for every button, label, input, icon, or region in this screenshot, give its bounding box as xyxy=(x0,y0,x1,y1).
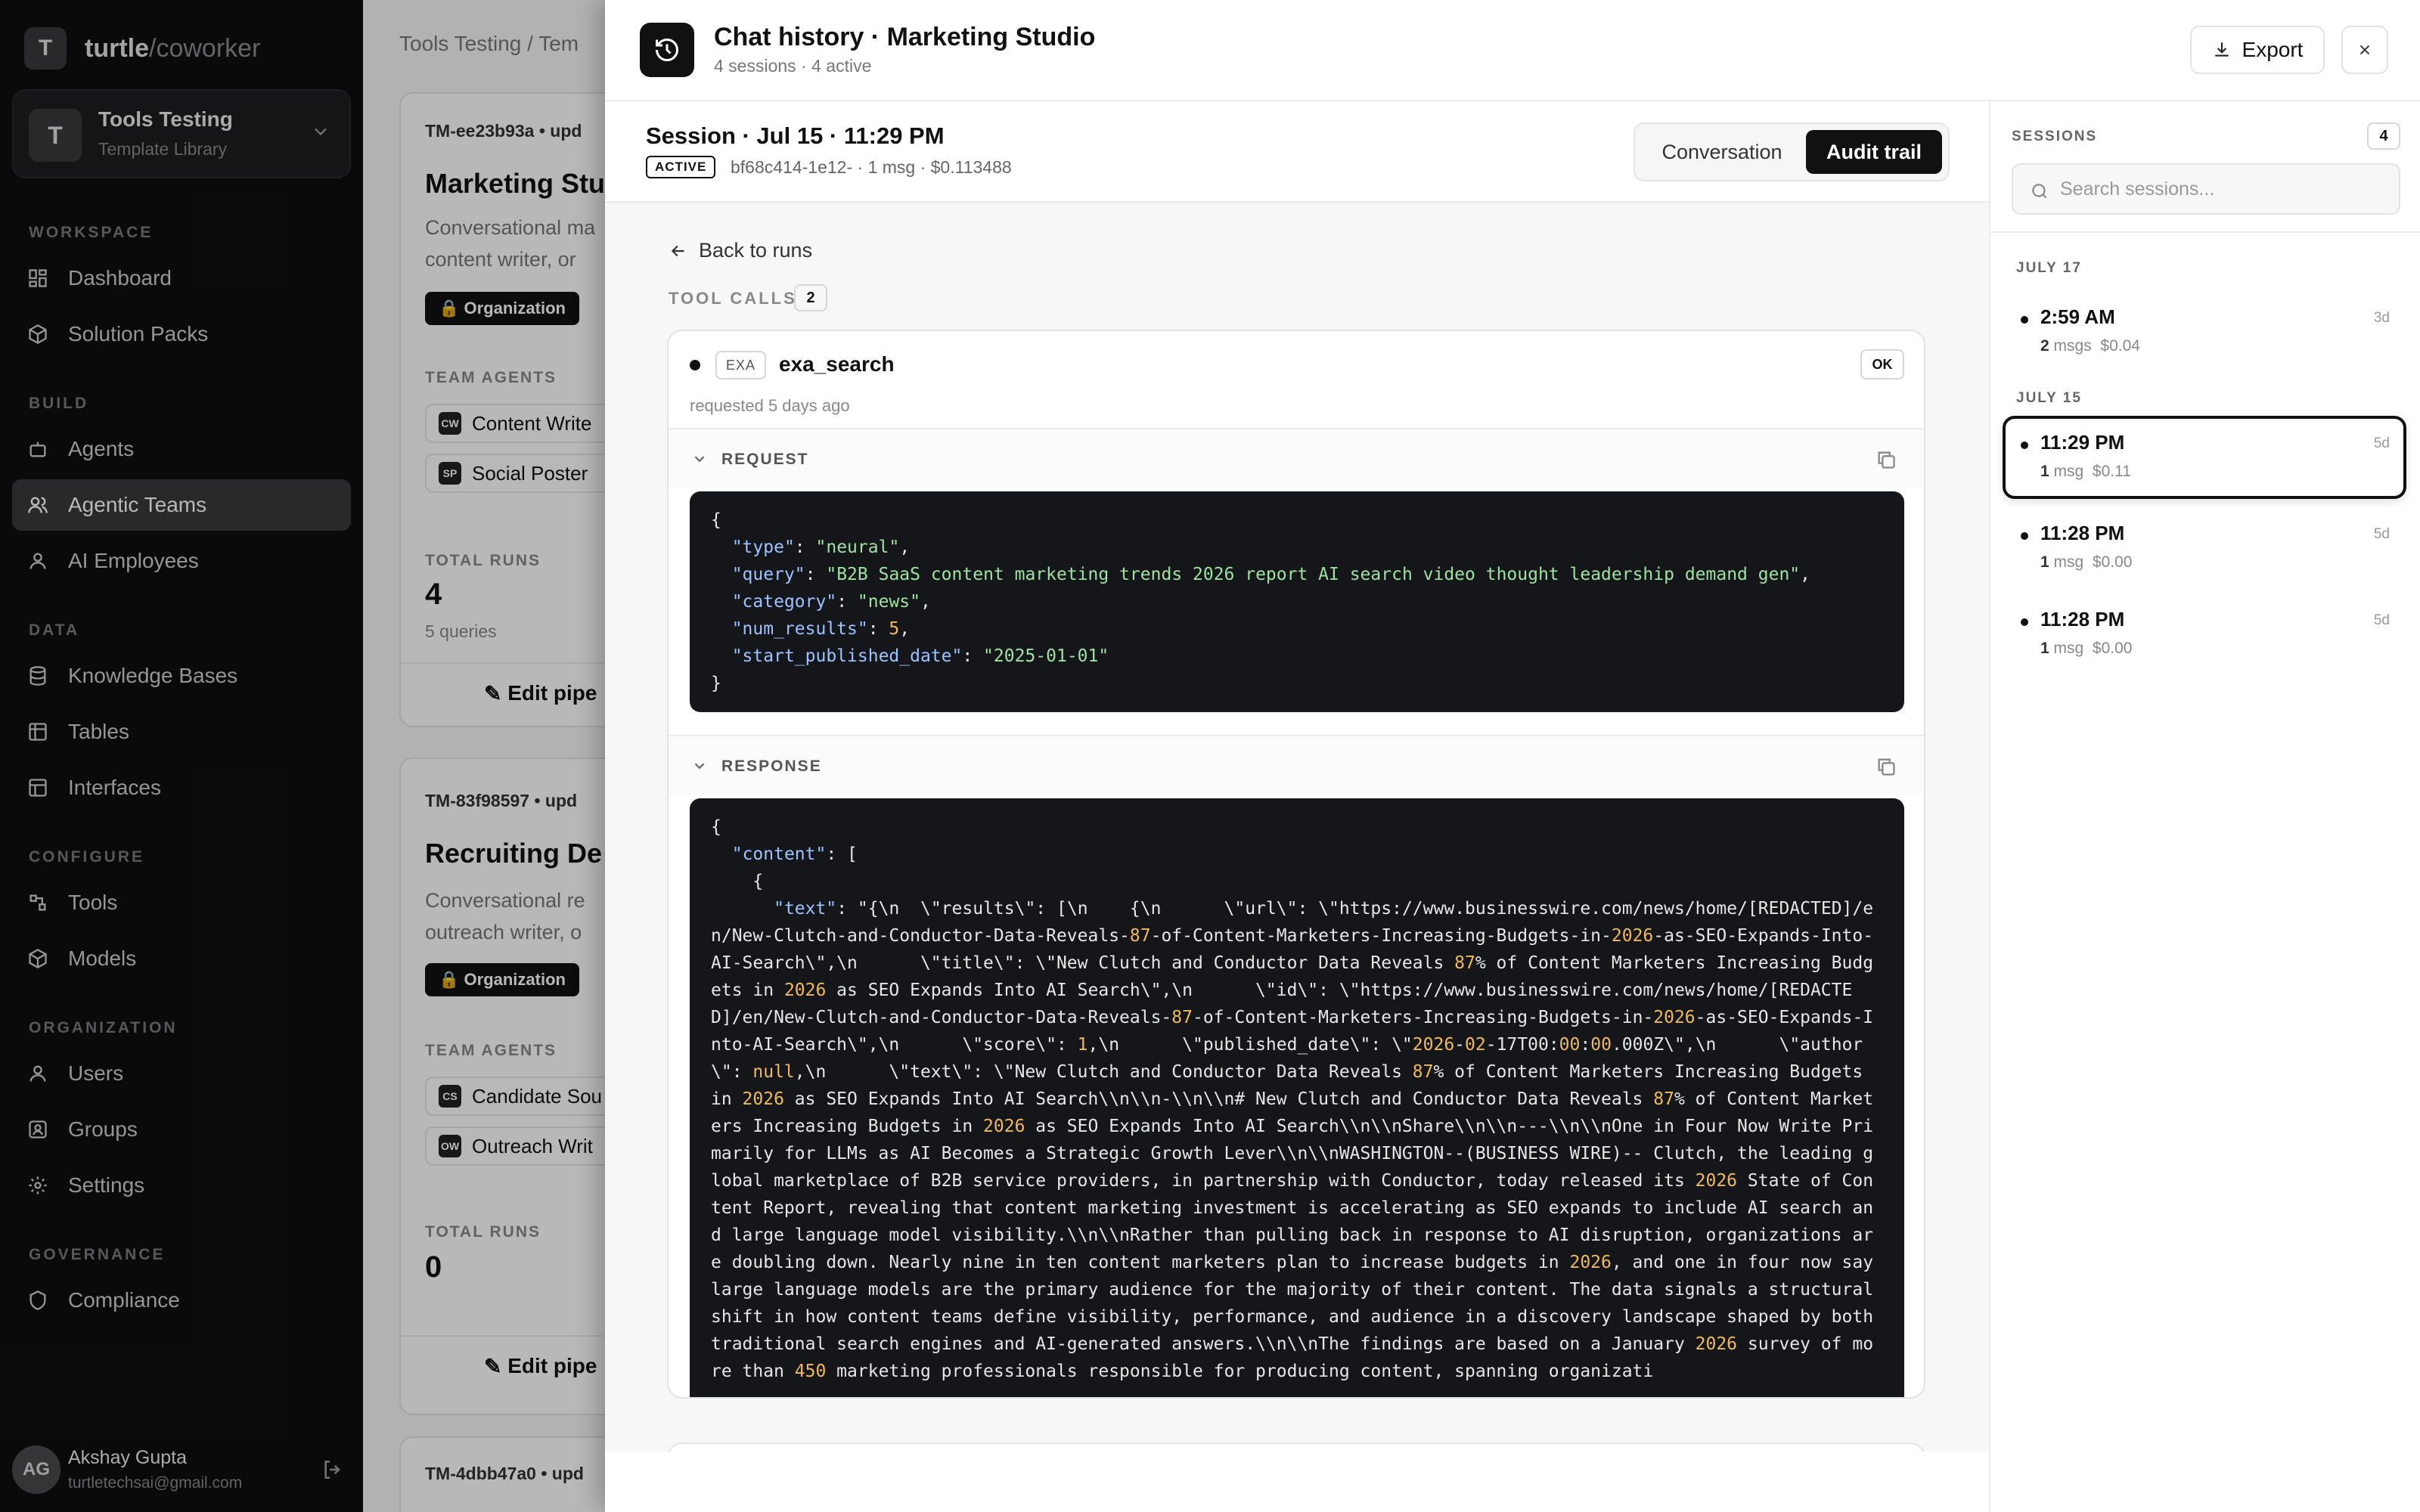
session-meta: 1 msg $0.00 xyxy=(2040,553,2133,571)
search-icon xyxy=(2032,184,2047,199)
sessions-count: 4 xyxy=(2367,122,2400,150)
drawer-title: Chat history · Marketing Studio xyxy=(714,23,1096,51)
search-input[interactable] xyxy=(2060,174,2385,204)
request-section-header[interactable]: REQUEST xyxy=(669,428,1924,488)
audit-trail-panel: Back to runs TOOL CALLS 2 EXA exa_search… xyxy=(605,203,1989,1452)
request-json: { "type": "neural", "query": "B2B SaaS c… xyxy=(690,491,1904,712)
tool-name: exa_search xyxy=(779,352,895,376)
response-label: RESPONSE xyxy=(721,758,822,775)
session-time: 11:29 PM xyxy=(2040,431,2125,454)
status-badge: OK xyxy=(1860,349,1904,380)
session-search xyxy=(2012,163,2400,215)
drawer-subtitle: 4 sessions · 4 active xyxy=(714,56,872,76)
session-item[interactable]: 11:28 PM 1 msg $0.00 5d xyxy=(2003,593,2406,676)
tab-audit-trail[interactable]: Audit trail xyxy=(1806,130,1942,174)
divider xyxy=(1990,231,2420,233)
status-dot xyxy=(2021,316,2028,324)
close-button[interactable] xyxy=(2341,26,2388,74)
copy-icon[interactable] xyxy=(1876,756,1897,777)
tool-calls-count: 2 xyxy=(794,284,827,311)
session-item-selected[interactable]: 11:29 PM 1 msg $0.11 5d xyxy=(2003,416,2406,499)
back-to-runs-link[interactable]: Back to runs xyxy=(669,239,812,262)
session-meta: bf68c414-1e12- · 1 msg · $0.113488 xyxy=(731,157,1012,177)
session-age: 5d xyxy=(2373,526,2390,542)
status-badge: ACTIVE xyxy=(646,156,716,178)
drawer-header: Chat history · Marketing Studio 4 sessio… xyxy=(605,0,2420,101)
copy-icon[interactable] xyxy=(1876,449,1897,470)
tab-conversation[interactable]: Conversation xyxy=(1643,130,1801,174)
status-dot xyxy=(2021,532,2028,540)
truncated-indicator: ... xyxy=(711,1389,743,1399)
chevron-down-icon xyxy=(694,763,705,770)
session-group-label: JULY 17 xyxy=(2016,260,2082,276)
session-group-label: JULY 15 xyxy=(2016,390,2082,406)
chevron-down-icon xyxy=(694,456,705,463)
session-time: 11:28 PM xyxy=(2040,608,2125,631)
session-item[interactable]: 11:28 PM 1 msg $0.00 5d xyxy=(2003,507,2406,590)
tool-calls-label: TOOL CALLS xyxy=(669,289,797,308)
chat-history-drawer: Chat history · Marketing Studio 4 sessio… xyxy=(605,0,2420,1512)
history-icon xyxy=(640,23,694,77)
view-toggle: Conversation Audit trail xyxy=(1634,122,1950,181)
modal-backdrop[interactable] xyxy=(0,0,605,1512)
response-text: "{\n \"results\": [\n {\n \"url\": \"htt… xyxy=(711,899,1884,1381)
provider-badge: EXA xyxy=(715,351,767,380)
sessions-panel: SESSIONS 4 JULY 17 2:59 AM 2 msgs $0.04 … xyxy=(1989,101,2420,1512)
response-json: { "content": [ { "text": "{\n \"results\… xyxy=(690,798,1904,1399)
session-time: 2:59 AM xyxy=(2040,305,2115,328)
status-dot xyxy=(690,360,700,370)
tool-call-card: EXA exa_search requested 5 days ago OK R… xyxy=(667,330,1925,1399)
export-button[interactable]: Export xyxy=(2190,26,2325,74)
session-time: 11:28 PM xyxy=(2040,522,2125,544)
arrow-left-icon xyxy=(671,245,684,256)
session-meta: 1 msg $0.00 xyxy=(2040,640,2133,657)
session-age: 5d xyxy=(2373,435,2390,451)
session-item[interactable]: 2:59 AM 2 msgs $0.04 3d xyxy=(2003,290,2406,373)
close-icon xyxy=(2360,45,2370,55)
session-age: 5d xyxy=(2373,612,2390,628)
download-icon xyxy=(2214,42,2229,57)
status-dot xyxy=(2021,442,2028,449)
session-meta: 1 msg $0.11 xyxy=(2040,463,2131,480)
tool-call-card xyxy=(667,1442,1925,1452)
session-title: Session · Jul 15 · 11:29 PM xyxy=(646,122,945,149)
session-age: 3d xyxy=(2373,310,2390,326)
response-section-header[interactable]: RESPONSE xyxy=(669,735,1924,795)
session-meta: 2 msgs $0.04 xyxy=(2040,337,2140,355)
session-header: Session · Jul 15 · 11:29 PM ACTIVE bf68c… xyxy=(605,101,1989,203)
requested-time: requested 5 days ago xyxy=(690,396,850,415)
sessions-label: SESSIONS xyxy=(2012,129,2098,144)
request-label: REQUEST xyxy=(721,451,809,468)
status-dot xyxy=(2021,618,2028,626)
